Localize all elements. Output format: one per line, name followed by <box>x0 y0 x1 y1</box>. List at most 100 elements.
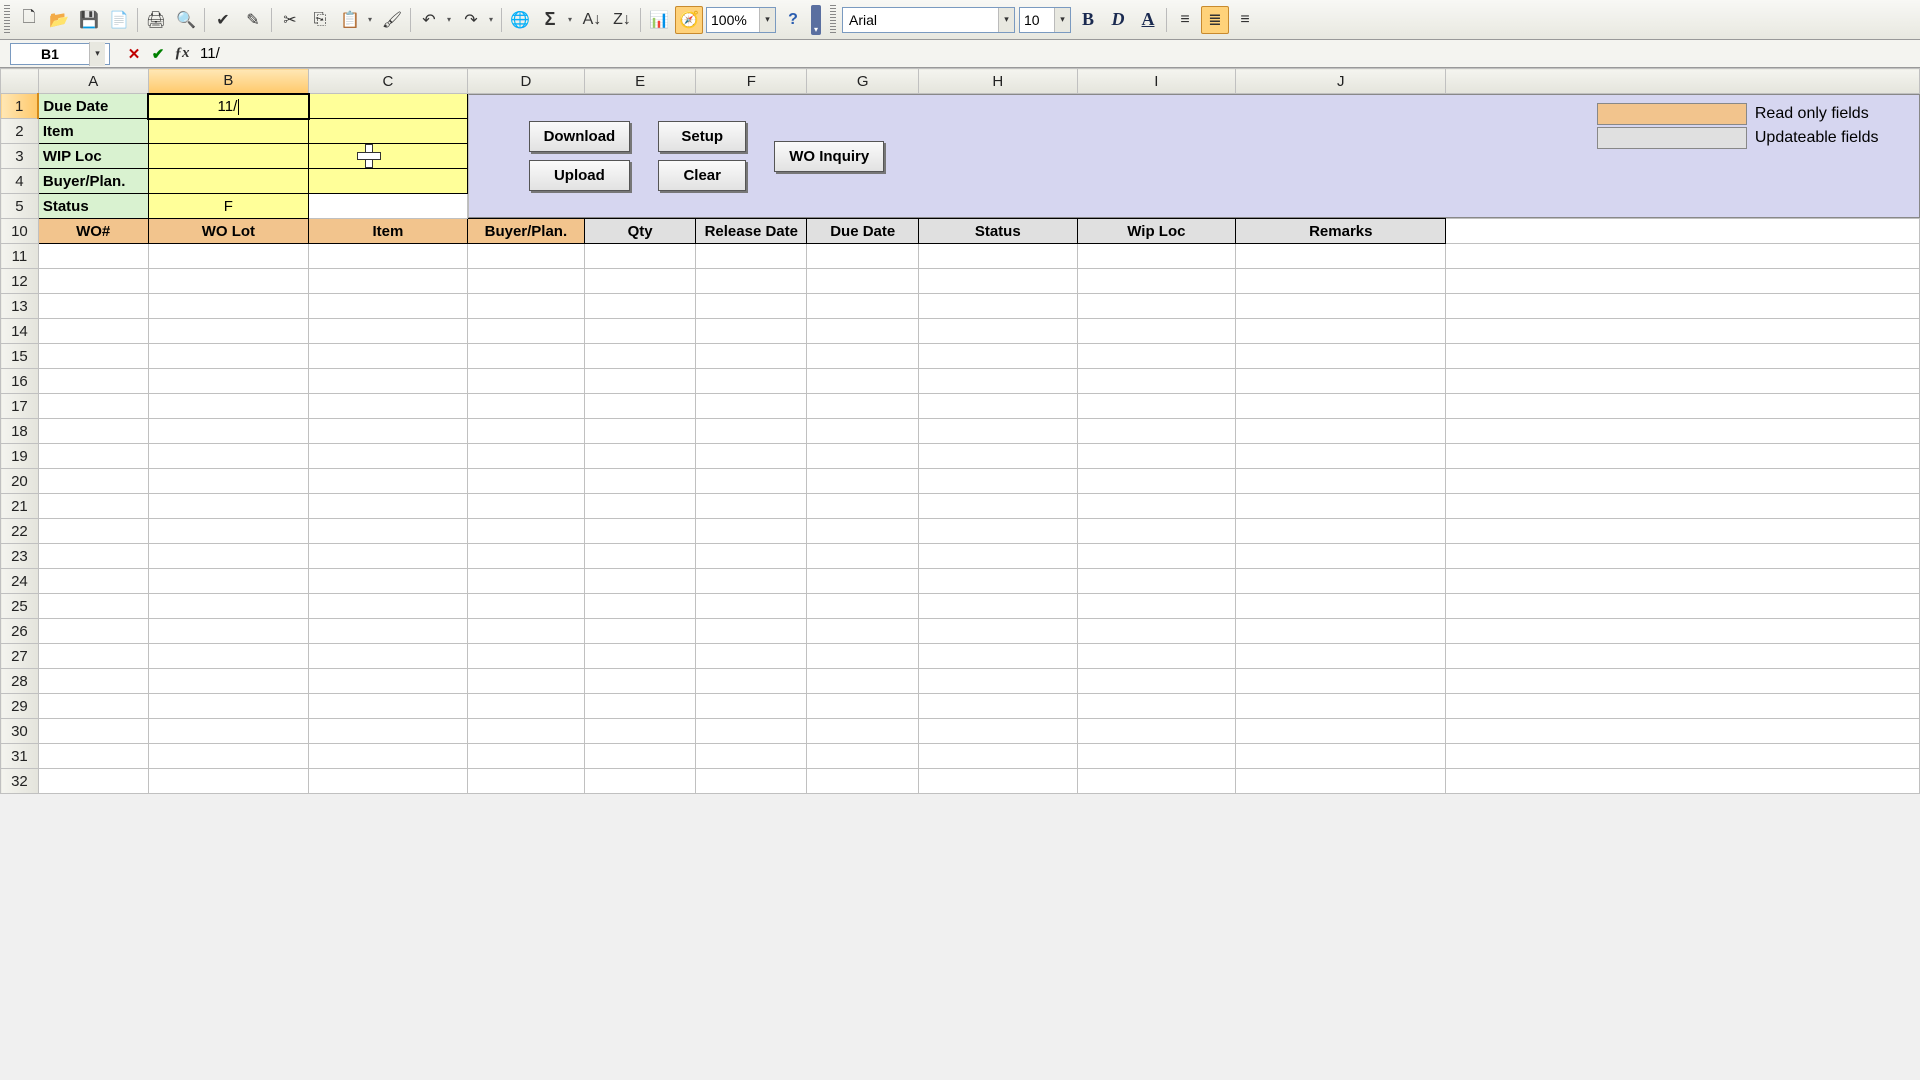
font-size-combo[interactable]: ▾ <box>1019 7 1071 33</box>
zoom-input[interactable] <box>707 10 759 30</box>
cell[interactable] <box>1236 719 1446 744</box>
cell[interactable] <box>38 469 148 494</box>
cell[interactable] <box>148 344 309 369</box>
cell[interactable] <box>918 719 1077 744</box>
cell[interactable] <box>1236 694 1446 719</box>
cell[interactable] <box>585 294 696 319</box>
cell[interactable] <box>807 494 918 519</box>
cell[interactable] <box>807 619 918 644</box>
cell[interactable] <box>918 619 1077 644</box>
row-header-5[interactable]: 5 <box>1 194 39 219</box>
cell[interactable] <box>696 294 807 319</box>
cell[interactable] <box>918 669 1077 694</box>
filter-wip-loc-from[interactable] <box>148 144 309 169</box>
cell[interactable] <box>696 519 807 544</box>
undo-dropdown[interactable]: ▾ <box>444 6 454 34</box>
cell[interactable] <box>918 369 1077 394</box>
row-header-11[interactable]: 11 <box>1 244 39 269</box>
cancel-icon[interactable]: ✕ <box>124 43 144 65</box>
cell[interactable] <box>1077 519 1236 544</box>
cell[interactable] <box>807 719 918 744</box>
col-header-F[interactable]: F <box>696 69 807 94</box>
cell[interactable] <box>38 319 148 344</box>
cell[interactable] <box>467 294 585 319</box>
cell[interactable] <box>38 394 148 419</box>
cell[interactable] <box>1236 394 1446 419</box>
cell[interactable] <box>309 494 467 519</box>
cell[interactable] <box>309 369 467 394</box>
cell[interactable] <box>1236 569 1446 594</box>
cell[interactable] <box>807 419 918 444</box>
cell[interactable] <box>1077 269 1236 294</box>
cell[interactable] <box>585 394 696 419</box>
cell[interactable] <box>918 694 1077 719</box>
cell[interactable] <box>1236 594 1446 619</box>
cell[interactable] <box>918 644 1077 669</box>
cell[interactable] <box>467 619 585 644</box>
cell[interactable] <box>38 619 148 644</box>
cell[interactable] <box>585 269 696 294</box>
cell[interactable] <box>38 444 148 469</box>
cell[interactable] <box>807 519 918 544</box>
cell[interactable] <box>1446 769 1920 794</box>
cell[interactable] <box>807 594 918 619</box>
cell[interactable] <box>467 719 585 744</box>
cell[interactable] <box>1077 744 1236 769</box>
cell[interactable] <box>807 319 918 344</box>
cell[interactable] <box>1077 719 1236 744</box>
upload-button[interactable]: Upload <box>529 160 631 191</box>
cell[interactable] <box>148 719 309 744</box>
cell[interactable] <box>148 519 309 544</box>
help-icon[interactable]: ? <box>779 6 807 34</box>
cell[interactable] <box>467 694 585 719</box>
row-header-20[interactable]: 20 <box>1 469 39 494</box>
col-header-overflow[interactable] <box>1446 69 1920 94</box>
cell[interactable] <box>807 744 918 769</box>
cell[interactable] <box>807 544 918 569</box>
print-preview-icon[interactable]: 🔍 <box>172 6 200 34</box>
cell[interactable] <box>38 569 148 594</box>
spreadsheet-grid[interactable]: A B C D E F G H I J 1 Due Date 11/ Downl… <box>0 68 1920 794</box>
row-header-15[interactable]: 15 <box>1 344 39 369</box>
font-size-input[interactable] <box>1020 10 1054 30</box>
cell[interactable] <box>309 444 467 469</box>
cell[interactable] <box>1236 344 1446 369</box>
cell[interactable] <box>1077 419 1236 444</box>
row-header-4[interactable]: 4 <box>1 169 39 194</box>
sum-icon[interactable]: Σ <box>536 6 564 34</box>
cell[interactable] <box>807 294 918 319</box>
cell[interactable] <box>467 469 585 494</box>
cut-icon[interactable]: ✂ <box>276 6 304 34</box>
row-header-12[interactable]: 12 <box>1 269 39 294</box>
row-header-30[interactable]: 30 <box>1 719 39 744</box>
col-header-C[interactable]: C <box>309 69 467 94</box>
row-header-22[interactable]: 22 <box>1 519 39 544</box>
cell[interactable] <box>1446 219 1920 244</box>
cell[interactable] <box>1077 569 1236 594</box>
cell[interactable] <box>38 644 148 669</box>
cell[interactable] <box>1077 594 1236 619</box>
cell[interactable] <box>148 444 309 469</box>
align-left-icon[interactable]: ≡ <box>1171 6 1199 34</box>
cell[interactable] <box>1077 369 1236 394</box>
row-header-27[interactable]: 27 <box>1 644 39 669</box>
formula-input[interactable] <box>194 45 1920 62</box>
cell[interactable] <box>696 494 807 519</box>
cell[interactable] <box>309 669 467 694</box>
cell[interactable] <box>467 494 585 519</box>
cell[interactable] <box>1077 619 1236 644</box>
cell[interactable] <box>38 244 148 269</box>
cell[interactable] <box>1446 719 1920 744</box>
cell[interactable] <box>585 569 696 594</box>
cell[interactable] <box>1236 369 1446 394</box>
cell[interactable] <box>309 719 467 744</box>
cell[interactable] <box>918 769 1077 794</box>
cell[interactable] <box>1236 269 1446 294</box>
cell[interactable] <box>467 544 585 569</box>
cell[interactable] <box>807 344 918 369</box>
cell[interactable] <box>148 294 309 319</box>
cell[interactable] <box>807 444 918 469</box>
cell[interactable] <box>309 419 467 444</box>
toolbar-grip[interactable] <box>830 5 836 35</box>
clear-button[interactable]: Clear <box>658 160 746 191</box>
